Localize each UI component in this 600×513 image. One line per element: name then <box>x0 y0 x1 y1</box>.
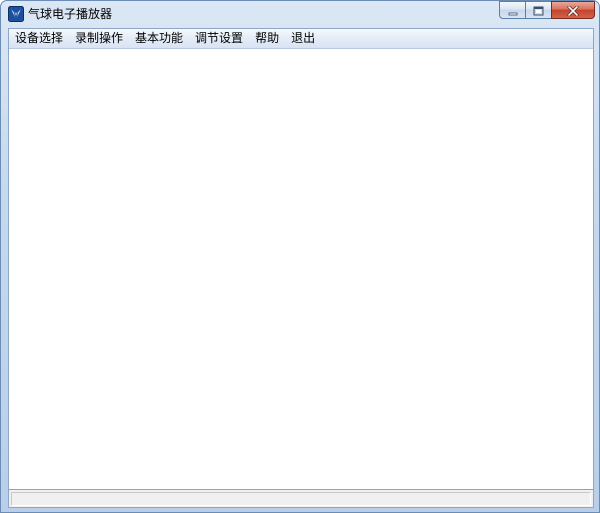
close-button[interactable] <box>551 1 595 19</box>
menu-exit[interactable]: 退出 <box>285 29 321 48</box>
menu-adjust-settings[interactable]: 调节设置 <box>189 29 249 48</box>
window-title: 气球电子播放器 <box>28 7 113 21</box>
maximize-icon <box>533 1 544 20</box>
client-area <box>9 49 593 489</box>
title-bar[interactable]: 气球电子播放器 <box>1 1 599 27</box>
menu-basic-functions[interactable]: 基本功能 <box>129 29 189 48</box>
menu-help[interactable]: 帮助 <box>249 29 285 48</box>
menu-device-select[interactable]: 设备选择 <box>9 29 69 48</box>
caption-buttons <box>499 1 595 20</box>
menu-recording[interactable]: 录制操作 <box>69 29 129 48</box>
balloon-app-icon <box>8 6 24 22</box>
minimize-button[interactable] <box>499 1 525 19</box>
minimize-icon <box>508 1 518 20</box>
app-window: 气球电子播放器 设备选择 录制操作 基本功能 调节设置 帮助 退出 <box>0 0 600 513</box>
status-pane <box>11 492 591 506</box>
menu-bar: 设备选择 录制操作 基本功能 调节设置 帮助 退出 <box>9 29 593 49</box>
status-bar <box>9 489 593 507</box>
window-content: 设备选择 录制操作 基本功能 调节设置 帮助 退出 <box>8 28 594 508</box>
maximize-button[interactable] <box>525 1 551 19</box>
close-icon <box>567 1 579 20</box>
